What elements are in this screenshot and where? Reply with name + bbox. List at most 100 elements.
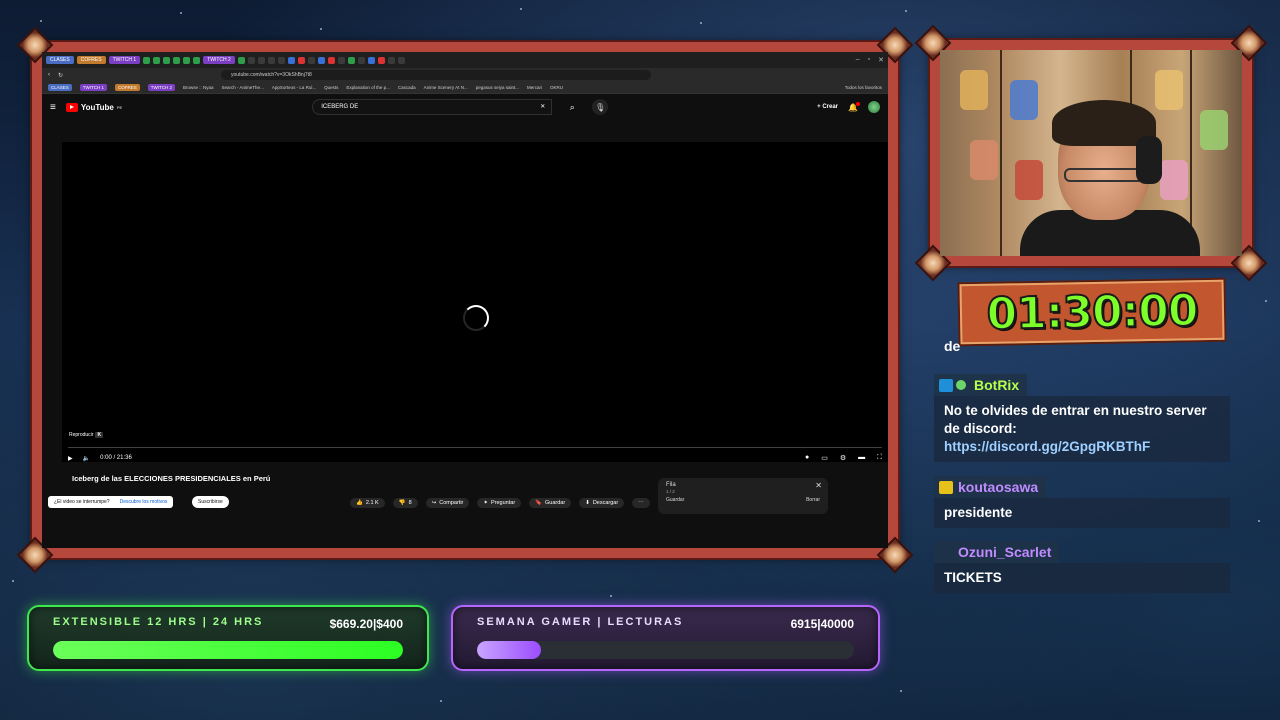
goal-track <box>53 641 403 659</box>
bookmark-item[interactable]: COFRES <box>115 84 140 91</box>
bookmark-item[interactable]: Search - AnimeThe... <box>222 85 264 90</box>
notifications-bell-icon[interactable]: 🔔 <box>848 101 860 112</box>
theater-mode-icon[interactable]: ▬ <box>858 454 865 462</box>
bookmark-item[interactable]: TWITCH 2 <box>147 84 176 91</box>
playback-issue-tooltip: ¿El video se interrumpe? Descubre los mo… <box>48 496 174 508</box>
tab-favicon[interactable] <box>247 56 255 64</box>
fullscreen-icon[interactable]: ⛶ <box>877 454 882 462</box>
tab-favicon[interactable] <box>193 56 201 64</box>
tab-group-cofres[interactable]: COFRES <box>76 56 106 64</box>
chat-username: BotRix <box>934 374 1028 396</box>
microphone-icon[interactable]: 🎙 <box>592 99 609 115</box>
tab-favicon[interactable] <box>287 56 295 64</box>
maximize-icon[interactable]: ▫ <box>868 56 870 64</box>
chat-username: Ozuni_Scarlet <box>934 541 1060 563</box>
tab-favicon[interactable] <box>397 56 405 64</box>
all-bookmarks-item[interactable]: Todos los favoritos <box>845 85 882 90</box>
tab-favicon[interactable] <box>297 56 305 64</box>
play-shortcut-hint: Reproducir K <box>69 432 104 438</box>
queue-title: Fila <box>666 482 676 488</box>
youtube-logo[interactable]: YouTube PE <box>65 102 122 112</box>
goal-bar-extensible: EXTENSIBLE 12 HRS | 24 HRS $669.20|$400 <box>27 605 429 671</box>
settings-gear-icon[interactable]: ⚙ <box>840 454 846 462</box>
volume-icon[interactable]: 🔈 <box>83 455 90 462</box>
tab-favicon[interactable] <box>387 56 395 64</box>
tab-favicon[interactable] <box>277 56 285 64</box>
queue-close-icon[interactable]: ✕ <box>815 481 822 490</box>
tab-favicon[interactable] <box>257 56 265 64</box>
autoplay-toggle-icon[interactable]: ● <box>805 454 809 462</box>
address-bar: ‹ ↻ youtube.com/watch?v=3OkShBnj7t8 <box>42 68 888 82</box>
bookmark-item[interactable]: CLASES <box>48 84 72 91</box>
tab-favicon[interactable] <box>173 56 181 64</box>
bookmark-item[interactable]: pegasus seiya saint... <box>476 85 519 90</box>
tab-favicon[interactable] <box>357 56 365 64</box>
browser-window: CLASES COFRES TWITCH 1 TWITCH 2 – ▫ ✕ ‹ … <box>42 52 888 548</box>
time-display: 0:00 / 21:36 <box>100 455 132 461</box>
discord-link[interactable]: https://discord.gg/2GpgRKBThF <box>944 439 1150 454</box>
tab-favicon[interactable] <box>307 56 315 64</box>
reload-icon[interactable]: ↻ <box>58 72 63 79</box>
webcam-frame <box>914 24 1268 282</box>
goal-label: SEMANA GAMER | LECTURAS <box>477 616 684 628</box>
chat-message: Ozuni_Scarlet TICKETS <box>934 541 1230 593</box>
share-button[interactable]: ↪ Compartir <box>425 498 470 508</box>
youtube-logo-text: YouTube <box>80 102 114 112</box>
create-button[interactable]: + Crear <box>817 104 838 110</box>
play-icon[interactable]: ▶ <box>68 455 73 462</box>
tab-favicon[interactable] <box>337 56 345 64</box>
menu-icon[interactable]: ≡ <box>50 102 56 113</box>
youtube-play-icon <box>65 102 78 112</box>
tab-favicon[interactable] <box>327 56 335 64</box>
tooltip-link[interactable]: Descubre los motivos <box>120 499 168 505</box>
loading-spinner-icon <box>463 305 489 331</box>
tab-favicon[interactable] <box>163 56 171 64</box>
subscriber-crown-icon <box>939 481 953 494</box>
dislike-button[interactable]: 👎 8 <box>392 498 418 508</box>
search-input[interactable]: ICEBERG DE ✕ <box>312 99 553 115</box>
account-avatar[interactable] <box>868 101 880 113</box>
bookmark-item[interactable]: Anime Scenery At N... <box>424 85 468 90</box>
tab-favicon[interactable] <box>317 56 325 64</box>
tab-favicon[interactable] <box>153 56 161 64</box>
tab-favicon[interactable] <box>143 56 151 64</box>
bookmark-item[interactable]: Explanation of the p... <box>346 85 390 90</box>
clear-search-icon[interactable]: ✕ <box>540 100 545 114</box>
more-options-icon[interactable]: ⋯ <box>632 498 650 508</box>
tab-favicon[interactable] <box>377 56 385 64</box>
goal-fill <box>53 641 403 659</box>
tab-favicon[interactable] <box>367 56 375 64</box>
tab-favicon[interactable] <box>347 56 355 64</box>
ask-button[interactable]: ✦ Preguntar <box>477 498 522 508</box>
search-icon[interactable]: ⌕ <box>562 99 582 115</box>
tab-favicon[interactable] <box>183 56 191 64</box>
tab-group-clases[interactable]: CLASES <box>46 56 74 64</box>
download-button[interactable]: ⬇ Descargar <box>579 498 625 508</box>
bookmark-item[interactable]: Browse :: Nyaa <box>183 85 214 90</box>
tab-favicon[interactable] <box>237 56 245 64</box>
tab-favicon[interactable] <box>267 56 275 64</box>
goal-amount: 6915|40000 <box>790 617 854 631</box>
goal-label: EXTENSIBLE 12 HRS | 24 HRS <box>53 616 264 628</box>
tab-group-twitch-1[interactable]: TWITCH 1 <box>108 56 141 64</box>
bookmark-item[interactable]: Cascada <box>398 85 416 90</box>
bookmark-item[interactable]: OKRU <box>550 85 563 90</box>
like-button[interactable]: 👍 2.1 K <box>350 498 385 508</box>
bookmark-item[interactable]: TWITCH 1 <box>79 84 108 91</box>
video-progress-bar[interactable] <box>68 447 882 448</box>
queue-save-button[interactable]: Guardar <box>666 497 684 503</box>
minimize-icon[interactable]: – <box>856 56 860 64</box>
player-controls: ▶ 🔈 0:00 / 21:36 ● ▭ ⚙ ▬ ⛶ <box>68 452 882 464</box>
subtitles-icon[interactable]: ▭ <box>821 454 828 462</box>
queue-clear-button[interactable]: Borrar <box>806 497 820 503</box>
close-icon[interactable]: ✕ <box>878 56 884 64</box>
bookmark-item[interactable]: Quests <box>324 85 338 90</box>
url-field[interactable]: youtube.com/watch?v=3OkShBnj7t8 <box>221 70 652 80</box>
save-button[interactable]: 🔖 Guardar <box>529 498 572 508</box>
subscribe-button[interactable]: Suscribirse <box>192 496 229 508</box>
video-player[interactable]: Reproducir K ▶ 🔈 0:00 / 21:36 ● ▭ ⚙ ▬ ⛶ <box>62 142 888 462</box>
tab-group-twitch-2[interactable]: TWITCH 2 <box>203 56 235 64</box>
bookmark-item[interactable]: AppSorteos - La Rul... <box>272 85 316 90</box>
bookmark-item[interactable]: Mercari <box>527 85 542 90</box>
back-icon[interactable]: ‹ <box>48 72 50 78</box>
